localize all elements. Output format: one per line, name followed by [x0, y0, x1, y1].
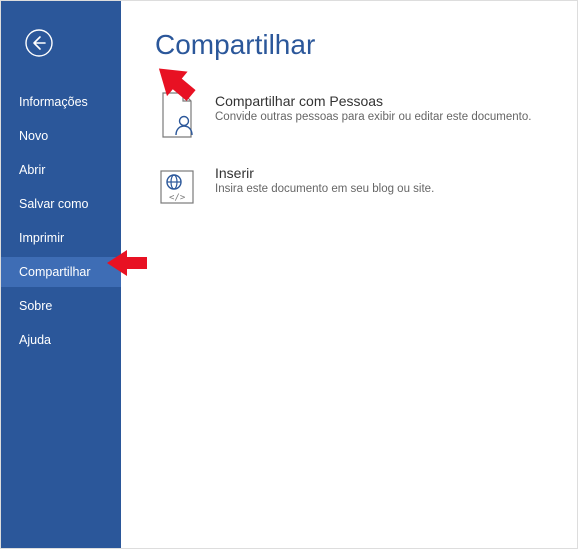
nav-item-compartilhar[interactable]: Compartilhar	[1, 257, 121, 287]
back-arrow-icon	[25, 29, 53, 57]
option-share-with-people[interactable]: Compartilhar com Pessoas Convide outras …	[155, 93, 543, 137]
embed-icon: </>	[155, 165, 199, 209]
nav-item-informacoes[interactable]: Informações	[1, 87, 121, 117]
nav-item-ajuda[interactable]: Ajuda	[1, 325, 121, 355]
option-text: Compartilhar com Pessoas Convide outras …	[215, 93, 543, 123]
option-title: Compartilhar com Pessoas	[215, 93, 543, 109]
nav-item-imprimir[interactable]: Imprimir	[1, 223, 121, 253]
nav-list: Informações Novo Abrir Salvar como Impri…	[1, 87, 121, 359]
main-panel: Compartilhar Compartilhar com Pessoas Co…	[121, 1, 577, 548]
nav-item-novo[interactable]: Novo	[1, 121, 121, 151]
page-title: Compartilhar	[155, 29, 543, 61]
share-people-icon	[155, 93, 199, 137]
nav-item-sobre[interactable]: Sobre	[1, 291, 121, 321]
nav-label: Compartilhar	[19, 265, 91, 279]
nav-item-abrir[interactable]: Abrir	[1, 155, 121, 185]
backstage-sidebar: Informações Novo Abrir Salvar como Impri…	[1, 1, 121, 548]
option-desc: Insira este documento em seu blog ou sit…	[215, 183, 543, 195]
nav-label: Sobre	[19, 299, 52, 313]
nav-label: Abrir	[19, 163, 45, 177]
nav-label: Novo	[19, 129, 48, 143]
option-text: Inserir Insira este documento em seu blo…	[215, 165, 543, 195]
option-desc: Convide outras pessoas para exibir ou ed…	[215, 111, 543, 123]
option-embed[interactable]: </> Inserir Insira este documento em seu…	[155, 165, 543, 209]
nav-item-salvar-como[interactable]: Salvar como	[1, 189, 121, 219]
nav-label: Imprimir	[19, 231, 64, 245]
option-title: Inserir	[215, 165, 543, 181]
back-button[interactable]	[1, 29, 121, 87]
nav-label: Informações	[19, 95, 88, 109]
nav-label: Salvar como	[19, 197, 88, 211]
nav-label: Ajuda	[19, 333, 51, 347]
svg-text:</>: </>	[169, 193, 186, 203]
